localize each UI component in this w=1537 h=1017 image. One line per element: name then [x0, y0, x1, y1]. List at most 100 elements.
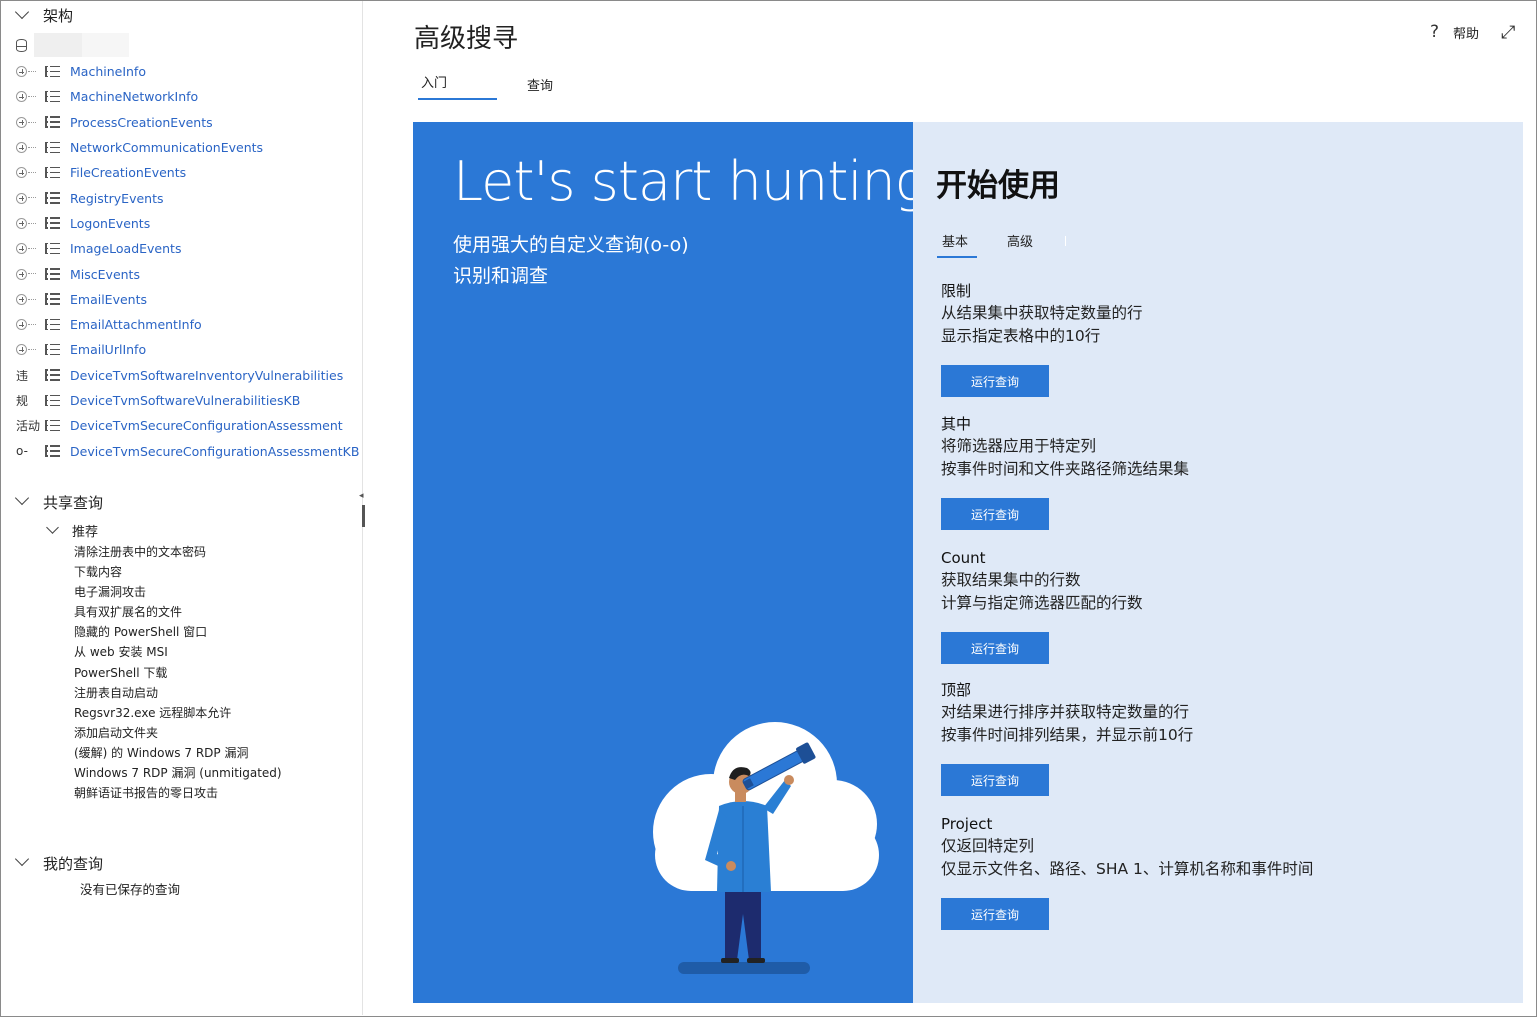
schema-table-row[interactable]: EmailAttachmentInfo — [1, 312, 362, 337]
chevron-down-icon[interactable] — [14, 490, 30, 506]
schema-table-row[interactable]: LogonEvents — [1, 211, 362, 236]
tree-connector — [28, 222, 36, 224]
expand-plus-icon[interactable] — [16, 66, 27, 78]
tree-side-text: 规 — [16, 394, 29, 408]
recommended-title[interactable]: 推荐 — [72, 521, 98, 540]
schema-table-name[interactable]: EmailEvents — [70, 292, 147, 307]
schema-table-name[interactable]: ProcessCreationEvents — [70, 115, 213, 130]
schema-table-row[interactable]: ImageLoadEvents — [1, 236, 362, 261]
tree-connector — [28, 323, 36, 325]
tree-side-text: 违 — [16, 368, 29, 383]
schema-table-name[interactable]: DeviceTvmSecureConfigurationAssessmentKB — [70, 444, 359, 459]
recommended-query-item[interactable]: 注册表自动启动 — [74, 683, 282, 703]
tree-connector — [28, 146, 36, 148]
help-link[interactable]: 帮助 — [1453, 23, 1479, 42]
schema-table-row[interactable]: MiscEvents — [1, 261, 362, 286]
schema-table-row[interactable]: ProcessCreationEvents — [1, 110, 362, 135]
chevron-down-icon[interactable] — [14, 4, 30, 20]
run-query-button[interactable]: 运行查询 — [941, 365, 1049, 397]
example-title: Project — [941, 815, 993, 833]
example-title: 顶部 — [941, 681, 972, 699]
schema-table-row[interactable]: EmailEvents — [1, 287, 362, 312]
expand-plus-icon[interactable] — [16, 319, 27, 331]
table-icon — [45, 65, 60, 78]
schema-table-name[interactable]: MiscEvents — [70, 267, 140, 282]
run-query-button[interactable]: 运行查询 — [941, 898, 1049, 930]
schema-section-title[interactable]: 架构 — [43, 5, 73, 26]
schema-table-row[interactable]: NetworkCommunicationEvents — [1, 135, 362, 160]
example-description: 按事件时间和文件夹路径筛选结果集 — [941, 460, 1190, 478]
schema-table-name[interactable]: LogonEvents — [70, 216, 150, 231]
my-queries-title[interactable]: 我的查询 — [43, 853, 103, 874]
collapse-arrow-icon[interactable]: ◂ — [359, 491, 364, 501]
schema-table-name[interactable]: MachineNetworkInfo — [70, 89, 198, 104]
recommended-query-item[interactable]: 电子漏洞攻击 — [74, 582, 282, 602]
expand-plus-icon[interactable] — [16, 91, 27, 103]
recommended-query-item[interactable]: 添加启动文件夹 — [74, 723, 282, 743]
recommended-query-item[interactable]: 隐藏的 PowerShell 窗口 — [74, 622, 282, 642]
example-query-card: Count 获取结果集中的行数 计算与指定筛选器匹配的行数 — [941, 547, 1143, 615]
tab-basic[interactable]: 基本 — [942, 231, 968, 250]
schema-table-name[interactable]: DeviceTvmSoftwareInventoryVulnerabilitie… — [70, 368, 343, 383]
run-query-button[interactable]: 运行查询 — [941, 498, 1049, 530]
tree-connector — [28, 248, 36, 250]
tree-connector — [28, 96, 36, 98]
recommended-query-item[interactable]: Regsvr32.exe 远程脚本允许 — [74, 703, 282, 723]
schema-table-name[interactable]: EmailUrlInfo — [70, 342, 146, 357]
schema-table-name[interactable]: DeviceTvmSecureConfigurationAssessment — [70, 418, 343, 433]
expand-plus-icon[interactable] — [16, 217, 27, 229]
expand-plus-icon[interactable] — [16, 268, 27, 280]
expand-icon[interactable]: ⤢ — [1501, 22, 1515, 43]
expand-plus-icon[interactable] — [16, 293, 27, 305]
run-query-button[interactable]: 运行查询 — [941, 632, 1049, 664]
expand-plus-icon[interactable] — [16, 142, 27, 154]
tab-getting-started[interactable]: 入门 — [421, 72, 447, 91]
tab-advanced[interactable]: 高级 — [1007, 231, 1033, 250]
expand-plus-icon[interactable] — [16, 243, 27, 255]
schema-table-name[interactable]: EmailAttachmentInfo — [70, 317, 202, 332]
run-query-button[interactable]: 运行查询 — [941, 764, 1049, 796]
chevron-down-icon[interactable] — [46, 521, 59, 534]
schema-table-name[interactable]: ImageLoadEvents — [70, 241, 181, 256]
table-icon — [45, 343, 60, 356]
recommended-query-item[interactable]: 具有双扩展名的文件 — [74, 602, 282, 622]
recommended-query-item[interactable]: 从 web 安装 MSI — [74, 642, 282, 662]
schema-table-name[interactable]: RegistryEvents — [70, 191, 164, 206]
schema-table-row[interactable]: FileCreationEvents — [1, 160, 362, 185]
schema-table-row[interactable]: MachineNetworkInfo — [1, 84, 362, 109]
recommended-query-item[interactable]: (缓解) 的 Windows 7 RDP 漏洞 — [74, 743, 282, 763]
hero-banner: Let's start hunting 使用强大的自定义查询(o-o) 识别和调… — [413, 122, 913, 1003]
recommended-query-item[interactable]: PowerShell 下载 — [74, 663, 282, 683]
schema-table-row[interactable]: 活动 DeviceTvmSecureConfigurationAssessment — [1, 413, 362, 438]
example-title: 限制 — [941, 282, 972, 300]
shared-queries-title[interactable]: 共享查询 — [43, 492, 103, 513]
expand-plus-icon[interactable] — [16, 344, 27, 356]
tree-connector — [28, 349, 36, 351]
schema-table-row[interactable]: 规 DeviceTvmSoftwareVulnerabilitiesKB — [1, 388, 362, 413]
tab-query[interactable]: 查询 — [527, 75, 553, 94]
example-description: 仅返回特定列 — [941, 837, 1035, 855]
schema-table-name[interactable]: FileCreationEvents — [70, 165, 186, 180]
schema-table-row[interactable]: EmailUrlInfo — [1, 337, 362, 362]
schema-table-row[interactable]: MachineInfo — [1, 59, 362, 84]
expand-plus-icon[interactable] — [16, 167, 27, 179]
chevron-down-icon[interactable] — [14, 851, 30, 867]
schema-table-name[interactable]: NetworkCommunicationEvents — [70, 140, 263, 155]
recommended-query-item[interactable]: Windows 7 RDP 漏洞 (unmitigated) — [74, 763, 282, 783]
schema-table-name[interactable]: MachineInfo — [70, 64, 146, 79]
recommended-query-item[interactable]: 朝鲜语证书报告的零日攻击 — [74, 783, 282, 803]
expand-plus-icon[interactable] — [16, 192, 27, 204]
schema-table-row[interactable]: o- DeviceTvmSecureConfigurationAssessment… — [1, 438, 362, 463]
recommended-query-item[interactable]: 下载内容 — [74, 562, 282, 582]
hero-subtitle: 使用强大的自定义查询(o-o) 识别和调查 — [453, 234, 689, 287]
expand-plus-icon[interactable] — [16, 116, 27, 128]
schema-table-list: MachineInfo MachineNetworkInfo ProcessCrea… — [1, 59, 362, 464]
recommended-query-item[interactable]: 清除注册表中的文本密码 — [74, 542, 282, 562]
table-icon — [45, 369, 60, 381]
sidebar-resize-handle[interactable] — [362, 505, 365, 527]
schema-table-row[interactable]: 违 DeviceTvmSoftwareInventoryVulnerabiliti… — [1, 363, 362, 388]
active-tab-indicator — [418, 98, 497, 100]
help-icon[interactable]: ? — [1430, 22, 1439, 42]
schema-table-row[interactable]: RegistryEvents — [1, 185, 362, 210]
schema-table-name[interactable]: DeviceTvmSoftwareVulnerabilitiesKB — [70, 393, 300, 408]
